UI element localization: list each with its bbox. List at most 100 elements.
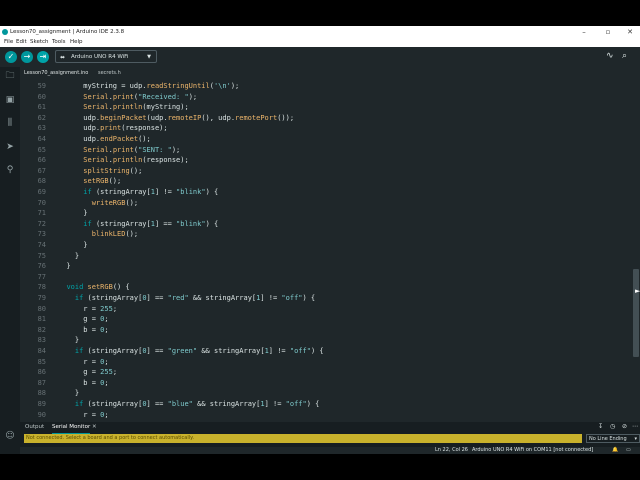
code-line: 76 } bbox=[20, 261, 632, 272]
close-window-button[interactable]: ✕ bbox=[622, 26, 638, 38]
line-number: 74 bbox=[37, 241, 46, 249]
line-number: 88 bbox=[37, 389, 46, 398]
close-icon[interactable]: ✕ bbox=[92, 422, 97, 433]
code-line: 67 splitString(); bbox=[20, 166, 632, 177]
code-editor[interactable]: 59 myString = udp.readStringUntil('\n');… bbox=[20, 79, 632, 422]
line-number: 89 bbox=[37, 400, 46, 408]
menu-bar: File Edit Sketch Tools Help bbox=[0, 38, 640, 47]
code-text: void setRGB() { bbox=[66, 283, 130, 292]
more-options-icon[interactable]: ⋯ bbox=[632, 423, 638, 430]
code-text: Serial.print("SENT: "); bbox=[83, 145, 181, 154]
tab-output[interactable]: Output bbox=[25, 422, 44, 433]
menu-tools[interactable]: Tools bbox=[52, 38, 66, 47]
menu-file[interactable]: File bbox=[4, 38, 13, 47]
line-number: 59 bbox=[37, 82, 46, 90]
debug-panel-icon[interactable]: ➤ bbox=[5, 142, 15, 152]
code-line: 73 blinkLED(); bbox=[20, 229, 632, 240]
code-line: 86 g = 255; bbox=[20, 367, 632, 378]
minimize-button[interactable]: – bbox=[576, 26, 592, 38]
line-number: 76 bbox=[37, 262, 46, 271]
tab-serial-monitor[interactable]: Serial Monitor bbox=[52, 422, 91, 434]
editor-scrollbar[interactable] bbox=[632, 79, 640, 422]
code-text: r = 0; bbox=[58, 357, 109, 366]
serial-monitor-icon[interactable]: ⌕ bbox=[622, 51, 627, 61]
code-text: b = 0; bbox=[58, 378, 109, 387]
window-title: Lesson70_assignment | Arduino IDE 2.3.8 bbox=[10, 29, 125, 35]
line-number: 65 bbox=[37, 145, 46, 154]
line-number: 84 bbox=[37, 347, 46, 355]
code-line: 74 } bbox=[20, 240, 632, 251]
code-line: 88 } bbox=[20, 388, 632, 399]
scrollbar-thumb[interactable] bbox=[633, 269, 639, 357]
toggle-panel-icon[interactable]: ▭ bbox=[626, 447, 631, 454]
code-line: 66 Serial.println(response); bbox=[20, 155, 632, 166]
board-port-status: Arduino UNO R4 WiFi on COM11 [not connec… bbox=[472, 447, 594, 453]
board-selector[interactable]: ⬌ Arduino UNO R4 WiFi ▼ bbox=[55, 50, 157, 63]
search-icon[interactable]: ⚲ bbox=[5, 165, 15, 175]
line-number: 64 bbox=[37, 135, 46, 143]
code-line: 87 b = 0; bbox=[20, 378, 632, 389]
toolbar: ✓ → ⇥ ⬌ Arduino UNO R4 WiFi ▼ ∿ ⌕ bbox=[0, 47, 640, 67]
line-number: 72 bbox=[37, 219, 46, 228]
line-number: 77 bbox=[37, 272, 46, 281]
code-text: writeRGB(); bbox=[91, 198, 139, 207]
code-text: if (stringArray[1] == "blink") { bbox=[83, 219, 219, 228]
line-number: 67 bbox=[37, 166, 46, 175]
code-line: 69 if (stringArray[1] != "blink") { bbox=[20, 187, 632, 198]
code-text: } bbox=[58, 262, 71, 271]
library-manager-icon[interactable]: ⫼ bbox=[5, 118, 15, 128]
editor-tabs: Lesson70_assignment.ino secrets.h bbox=[20, 67, 640, 80]
menu-sketch[interactable]: Sketch bbox=[30, 38, 49, 47]
code-text: splitString(); bbox=[83, 166, 143, 175]
line-number: 63 bbox=[37, 124, 46, 133]
code-text: myString = udp.readStringUntil('\n'); bbox=[58, 82, 240, 90]
code-line: 60 Serial.print("Received: "); bbox=[20, 92, 632, 103]
code-text: b = 0; bbox=[58, 325, 109, 334]
code-line: 63 udp.print(response); bbox=[20, 123, 632, 134]
code-text: } bbox=[58, 336, 80, 345]
code-text: if (stringArray[0] == "blue" && stringAr… bbox=[74, 400, 320, 408]
autoscroll-icon[interactable]: ↧ bbox=[598, 423, 603, 430]
code-text: setRGB(); bbox=[83, 177, 122, 186]
code-line: 89 if (stringArray[0] == "blue" && strin… bbox=[20, 399, 632, 410]
debug-button[interactable]: ⇥ bbox=[37, 51, 49, 63]
menu-edit[interactable]: Edit bbox=[16, 38, 27, 47]
board-name: Arduino UNO R4 WiFi bbox=[71, 54, 129, 60]
verify-button[interactable]: ✓ bbox=[5, 51, 17, 63]
code-text: } bbox=[58, 389, 80, 398]
code-text: r = 255; bbox=[58, 304, 118, 313]
account-icon[interactable]: ☺ bbox=[5, 431, 15, 441]
tab-secrets-h[interactable]: secrets.h bbox=[98, 67, 121, 79]
line-ending-select[interactable]: No Line Ending ▾ bbox=[586, 434, 640, 443]
status-bar: Ln 22, Col 26 Arduino UNO R4 WiFi on COM… bbox=[20, 447, 640, 454]
clear-output-icon[interactable]: ⊘ bbox=[622, 423, 627, 430]
letterbox-bottom bbox=[0, 454, 640, 480]
debug-icon: ⇥ bbox=[39, 52, 47, 61]
timestamp-icon[interactable]: ◷ bbox=[610, 423, 615, 430]
menu-help[interactable]: Help bbox=[70, 38, 83, 47]
line-number: 80 bbox=[37, 304, 46, 313]
usb-icon: ⬌ bbox=[60, 54, 66, 61]
serial-plotter-icon[interactable]: ∿ bbox=[606, 51, 614, 61]
code-text: Serial.println(myString); bbox=[83, 103, 189, 112]
notifications-icon[interactable]: 🔔 bbox=[612, 447, 618, 454]
upload-button[interactable]: → bbox=[21, 51, 33, 63]
code-text: r = 0; bbox=[58, 410, 109, 419]
code-text: g = 255; bbox=[58, 368, 118, 377]
maximize-button[interactable]: ▫ bbox=[600, 26, 616, 38]
code-text: udp.beginPacket(udp.remoteIP(), udp.remo… bbox=[58, 113, 295, 122]
sketchbook-icon[interactable]: 🗀 bbox=[5, 71, 15, 81]
line-ending-value: No Line Ending bbox=[589, 436, 627, 442]
boards-manager-icon[interactable]: ▣ bbox=[5, 95, 15, 105]
line-number: 87 bbox=[37, 378, 46, 387]
code-line: 65 Serial.print("SENT: "); bbox=[20, 145, 632, 156]
code-line: 83 } bbox=[20, 335, 632, 346]
title-bar: Lesson70_assignment | Arduino IDE 2.3.8 … bbox=[0, 26, 640, 38]
line-number: 70 bbox=[37, 198, 46, 207]
line-number: 66 bbox=[37, 156, 46, 165]
code-line: 79 if (stringArray[0] == "red" && string… bbox=[20, 293, 632, 304]
code-text: } bbox=[58, 251, 80, 260]
code-text: if (stringArray[0] == "green" && stringA… bbox=[74, 347, 324, 355]
line-number: 60 bbox=[37, 92, 46, 101]
line-number: 85 bbox=[37, 357, 46, 366]
